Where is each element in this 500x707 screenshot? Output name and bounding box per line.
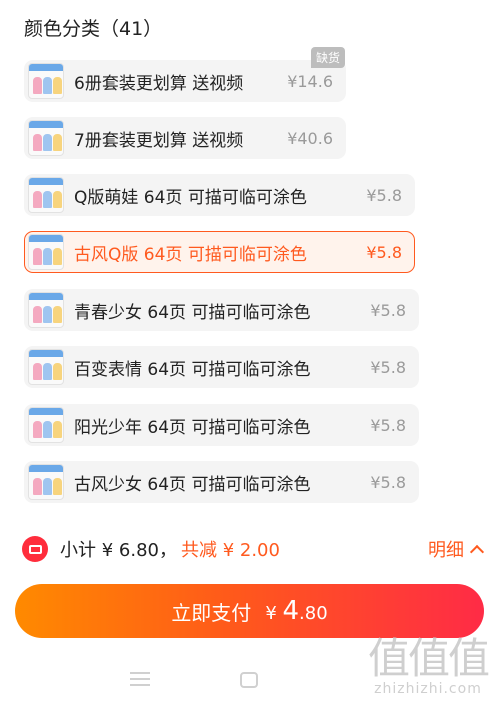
option-label: 6册套装更划算 送视频 — [74, 73, 244, 94]
option-price: ¥40.6 — [287, 128, 333, 148]
option-5[interactable]: 青春少女 64页 可描可临可涂色 ¥5.8 — [24, 289, 419, 331]
pay-label: 立即支付 — [171, 600, 252, 625]
details-label: 明细 — [428, 540, 464, 561]
option-7[interactable]: 阳光少年 64页 可描可临可涂色 ¥5.8 — [24, 404, 419, 446]
coupon-icon — [22, 536, 48, 562]
option-price: ¥5.8 — [370, 300, 406, 320]
option-label: Q版萌娃 64页 可描可临可涂色 — [74, 187, 307, 208]
pay-amount-integer: 4 — [282, 596, 300, 626]
option-label: 古风少女 64页 可描可临可涂色 — [74, 474, 311, 495]
option-4-selected[interactable]: 古风Q版 64页 可描可临可涂色 ¥5.8 — [24, 231, 415, 273]
option-1[interactable]: 6册套装更划算 送视频 ¥14.6 缺货 — [24, 47, 346, 102]
subtotal-text: 小计 ¥ 6.80， — [60, 540, 177, 561]
option-price: ¥5.8 — [370, 472, 406, 492]
option-label: 7册套装更划算 送视频 — [74, 130, 244, 151]
option-thumbnail — [28, 464, 64, 500]
checkout-bar: 小计 ¥ 6.80， 共减 ¥ 2.00 明细 立即支付 ¥ 4.80 值值值 … — [0, 520, 500, 707]
option-thumbnail — [28, 177, 64, 213]
option-3[interactable]: Q版萌娃 64页 可描可临可涂色 ¥5.8 — [24, 174, 415, 216]
option-thumbnail — [28, 349, 64, 385]
sku-selection-panel: 颜色分类（41） 6册套装更划算 送视频 ¥14.6 缺货 7册套装更划算 送视… — [0, 0, 500, 520]
option-8[interactable]: 古风少女 64页 可描可临可涂色 ¥5.8 — [24, 461, 419, 503]
watermark-text: zhizhizhi.com — [374, 681, 482, 697]
option-thumbnail — [28, 63, 64, 99]
option-label: 古风Q版 64页 可描可临可涂色 — [74, 244, 307, 265]
pay-amount-decimal: .80 — [299, 603, 328, 624]
pay-now-button[interactable]: 立即支付 ¥ 4.80 — [15, 584, 484, 638]
discount-text: 共减 ¥ 2.00 — [180, 540, 280, 561]
out-of-stock-badge: 缺货 — [310, 47, 345, 68]
option-2[interactable]: 7册套装更划算 送视频 ¥40.6 — [24, 117, 346, 159]
watermark: 值值值 zhizhizhi.com — [367, 634, 490, 698]
option-thumbnail — [28, 234, 64, 270]
option-price: ¥5.8 — [370, 415, 406, 435]
option-thumbnail — [28, 292, 64, 328]
option-thumbnail — [28, 120, 64, 156]
option-6[interactable]: 百变表情 64页 可描可临可涂色 ¥5.8 — [24, 346, 419, 388]
details-toggle[interactable]: 明细 — [428, 536, 485, 562]
chevron-up-icon — [469, 544, 485, 560]
section-title: 颜色分类（41） — [24, 18, 163, 40]
option-label: 青春少女 64页 可描可临可涂色 — [74, 302, 311, 323]
option-price: ¥5.8 — [370, 357, 406, 377]
option-label: 百变表情 64页 可描可临可涂色 — [74, 359, 311, 380]
option-price: ¥14.6 — [287, 71, 333, 91]
option-thumbnail — [28, 407, 64, 443]
watermark-logo: 值值值 — [367, 634, 490, 683]
option-label: 阳光少年 64页 可描可临可涂色 — [74, 417, 311, 438]
option-price: ¥5.8 — [366, 185, 402, 205]
price-summary: 小计 ¥ 6.80， 共减 ¥ 2.00 — [22, 536, 280, 562]
pay-currency: ¥ — [265, 603, 277, 624]
option-price: ¥5.8 — [366, 242, 402, 262]
home-nav-icon[interactable] — [240, 672, 258, 688]
menu-nav-icon[interactable] — [130, 672, 150, 686]
pay-amount: ¥ 4.80 — [265, 596, 327, 626]
